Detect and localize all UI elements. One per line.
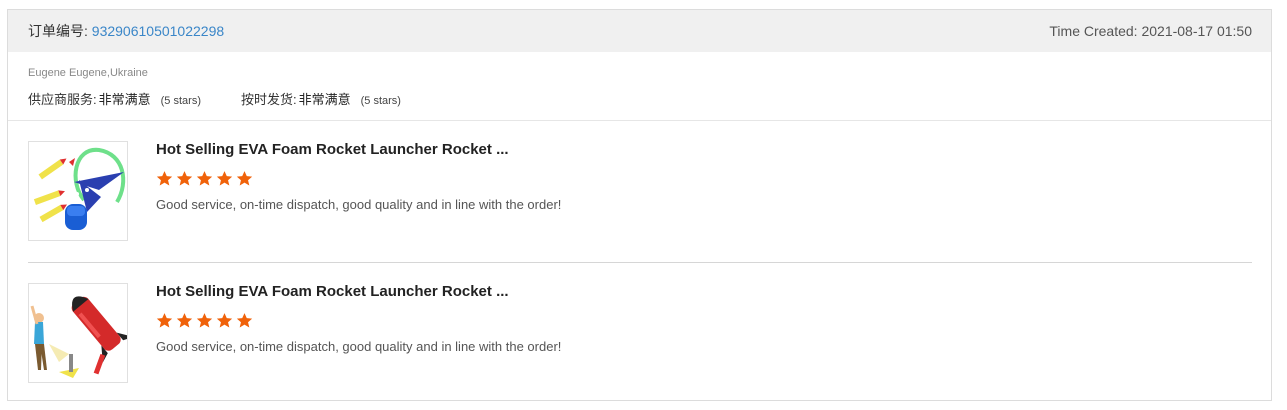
review-text: Good service, on-time dispatch, good qua… <box>156 339 562 354</box>
item-details: Hot Selling EVA Foam Rocket Launcher Roc… <box>156 283 561 383</box>
rating-value: 非常满意 <box>298 92 351 107</box>
rating-label: 按时发货: <box>240 92 297 107</box>
product-title[interactable]: Hot Selling EVA Foam Rocket Launcher Roc… <box>156 283 561 300</box>
star-icon <box>236 312 253 329</box>
review-text: Good service, on-time dispatch, good qua… <box>156 197 562 212</box>
review-items: Hot Selling EVA Foam Rocket Launcher Roc… <box>8 121 1271 403</box>
order-number-link[interactable]: 93290610501022298 <box>92 23 224 39</box>
star-rating <box>156 312 561 329</box>
buyer-info: Eugene Eugene,Ukraine 供应商服务: 非常满意 (5 sta… <box>8 52 1271 121</box>
on-time-shipping-rating: 按时发货: 非常满意 (5 stars) <box>241 89 401 108</box>
star-icon <box>176 312 193 329</box>
review-card: 订单编号: 93290610501022298 Time Created: 20… <box>7 9 1272 401</box>
buyer-name: Eugene Eugene,Ukraine <box>28 67 148 79</box>
rating-label: 供应商服务: <box>28 92 97 107</box>
star-icon <box>176 170 193 187</box>
rating-value: 非常满意 <box>98 92 151 107</box>
order-header: 订单编号: 93290610501022298 Time Created: 20… <box>8 10 1271 52</box>
list-item: Hot Selling EVA Foam Rocket Launcher Roc… <box>28 121 1252 262</box>
star-icon <box>236 170 253 187</box>
supplier-service-rating: 供应商服务: 非常满意 (5 stars) <box>28 89 201 108</box>
star-icon <box>196 170 213 187</box>
star-icon <box>216 170 233 187</box>
kid-with-rocket-product-image[interactable] <box>28 283 128 383</box>
rating-stars-text: (5 stars) <box>360 95 401 107</box>
star-rating <box>156 170 561 187</box>
order-number-label: 订单编号: <box>28 23 92 39</box>
star-icon <box>216 312 233 329</box>
store-ratings: 供应商服务: 非常满意 (5 stars) 按时发货: 非常满意 (5 star… <box>28 89 1251 108</box>
list-item: Hot Selling EVA Foam Rocket Launcher Roc… <box>28 262 1252 403</box>
star-icon <box>156 312 173 329</box>
star-icon <box>196 312 213 329</box>
time-created: Time Created: 2021-08-17 01:50 <box>1049 23 1252 39</box>
item-details: Hot Selling EVA Foam Rocket Launcher Roc… <box>156 141 561 242</box>
star-icon <box>156 170 173 187</box>
product-title[interactable]: Hot Selling EVA Foam Rocket Launcher Roc… <box>156 141 561 158</box>
order-id: 订单编号: 93290610501022298 <box>28 21 224 41</box>
rocket-launcher-product-image[interactable] <box>28 141 128 241</box>
rating-stars-text: (5 stars) <box>160 95 201 107</box>
